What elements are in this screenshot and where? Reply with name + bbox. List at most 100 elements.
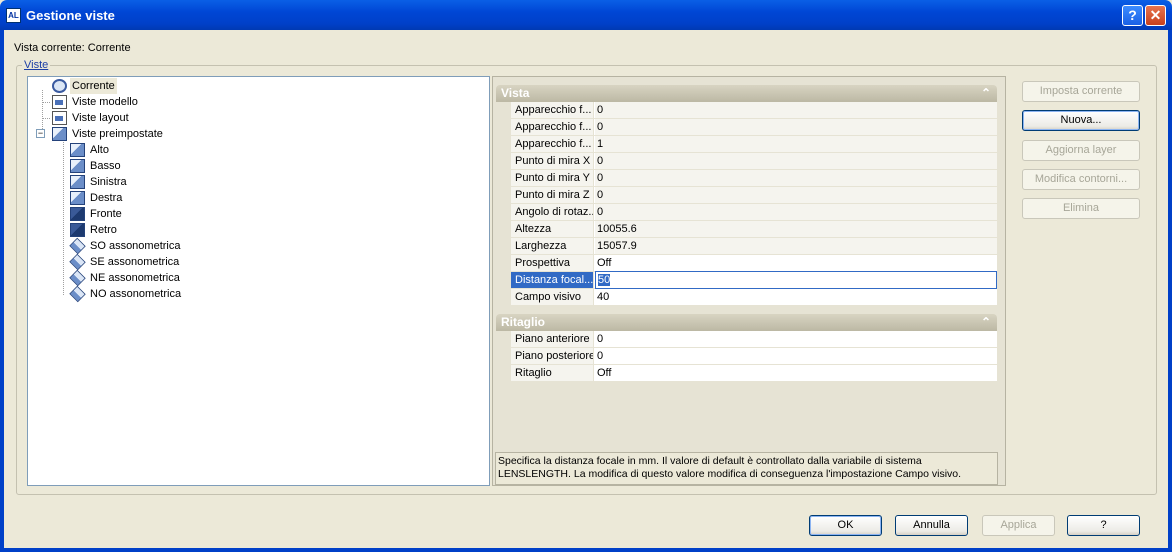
tree-item-label: Corrente xyxy=(70,78,117,94)
window-frame-right xyxy=(1168,30,1172,552)
tree-item-label: Fronte xyxy=(90,208,122,220)
property-row[interactable]: Campo visivo 40 xyxy=(511,289,997,306)
property-value: 15057.9 xyxy=(595,238,997,254)
new-view-button[interactable]: Nuova... xyxy=(1022,110,1140,131)
property-row[interactable]: Prospettiva Off xyxy=(511,255,997,272)
section-vista-header[interactable]: Vista ⌃ xyxy=(496,85,997,102)
property-value[interactable]: Off xyxy=(595,255,997,271)
property-value: 0 xyxy=(595,187,997,203)
property-name: Angolo di rotaz... xyxy=(511,204,594,220)
ok-button[interactable]: OK xyxy=(809,515,882,536)
tree-item-label: SO assonometrica xyxy=(90,240,181,252)
property-name: Piano anteriore xyxy=(511,331,594,347)
collapse-chevron-icon[interactable]: ⌃ xyxy=(981,85,991,102)
property-value: 0 xyxy=(595,170,997,186)
property-value: 0 xyxy=(595,153,997,169)
set-current-button[interactable]: Imposta corrente xyxy=(1022,81,1140,102)
window-title: Gestione viste xyxy=(26,8,115,23)
delete-button[interactable]: Elimina xyxy=(1022,198,1140,219)
property-row-selected[interactable]: Distanza focal... 50 xyxy=(511,271,997,289)
property-row[interactable]: Ritaglio Off xyxy=(511,365,997,382)
preset-views-icon xyxy=(52,127,67,141)
property-name: Punto di mira Y xyxy=(511,170,594,186)
property-row[interactable]: Punto di mira Z 0 xyxy=(511,187,997,204)
layout-views-icon xyxy=(52,111,67,125)
collapse-chevron-icon[interactable]: ⌃ xyxy=(981,314,991,331)
tree-item-label: Viste modello xyxy=(72,96,138,108)
property-name: Punto di mira X xyxy=(511,153,594,169)
property-value[interactable]: 0 xyxy=(595,331,997,347)
right-view-icon xyxy=(70,191,85,205)
property-name: Apparecchio f... xyxy=(511,136,594,152)
property-name: Ritaglio xyxy=(511,365,594,381)
bottom-view-icon xyxy=(70,159,85,173)
property-row[interactable]: Apparecchio f... 0 xyxy=(511,102,997,119)
property-name: Larghezza xyxy=(511,238,594,254)
description-line: Specifica la distanza focale in mm. Il v… xyxy=(498,455,922,467)
property-value: 50 xyxy=(598,274,611,286)
property-description: Specifica la distanza focale in mm. Il v… xyxy=(495,452,998,485)
property-value: 0 xyxy=(595,119,997,135)
tree-item-label: Retro xyxy=(90,224,117,236)
tree-line xyxy=(63,142,64,295)
top-view-icon xyxy=(70,143,85,157)
window-frame-left xyxy=(0,30,4,552)
property-row[interactable]: Piano posteriore 0 xyxy=(511,348,997,365)
magnifier-icon xyxy=(52,79,67,93)
description-line: LENSLENGTH. La modifica di questo valore… xyxy=(498,468,962,480)
front-view-icon xyxy=(70,207,85,221)
property-value: 1 xyxy=(595,136,997,152)
property-row[interactable]: Punto di mira Y 0 xyxy=(511,170,997,187)
property-value: 0 xyxy=(595,204,997,220)
focal-length-input[interactable]: 50 xyxy=(595,271,997,289)
property-name: Piano posteriore xyxy=(511,348,594,364)
property-name: Campo visivo xyxy=(511,289,594,305)
tree-item-label: Sinistra xyxy=(90,176,127,188)
property-row[interactable]: Apparecchio f... 0 xyxy=(511,119,997,136)
update-layers-button[interactable]: Aggiorna layer xyxy=(1022,140,1140,161)
tree-item-label: Viste preimpostate xyxy=(72,128,163,140)
model-views-icon xyxy=(52,95,67,109)
tree-item-label: SE assonometrica xyxy=(90,256,180,268)
section-title: Vista xyxy=(501,86,530,100)
tree-item-label: Basso xyxy=(90,160,121,172)
apply-button[interactable]: Applica xyxy=(982,515,1055,536)
property-row[interactable]: Piano anteriore 0 xyxy=(511,331,997,348)
title-help-button[interactable]: ? xyxy=(1122,5,1143,26)
cancel-button[interactable]: Annulla xyxy=(895,515,968,536)
property-value[interactable]: Off xyxy=(595,365,997,381)
left-view-icon xyxy=(70,175,85,189)
back-view-icon xyxy=(70,223,85,237)
section-title: Ritaglio xyxy=(501,315,545,329)
current-view-label: Vista corrente: Corrente xyxy=(14,42,131,54)
property-row[interactable]: Angolo di rotaz... 0 xyxy=(511,204,997,221)
property-name: Apparecchio f... xyxy=(511,119,594,135)
property-name: Altezza xyxy=(511,221,594,237)
section-ritaglio-header[interactable]: Ritaglio ⌃ xyxy=(496,314,997,331)
tree-line xyxy=(42,102,50,103)
views-group-label: Viste xyxy=(22,59,51,71)
property-row[interactable]: Larghezza 15057.9 xyxy=(511,238,997,255)
title-bar: AL Gestione viste ? ✕ xyxy=(0,0,1172,30)
help-button[interactable]: ? xyxy=(1067,515,1140,536)
tree-item-label: NO assonometrica xyxy=(90,288,182,300)
property-row[interactable]: Altezza 10055.6 xyxy=(511,221,997,238)
tree-item-label: Alto xyxy=(90,144,109,156)
property-name: Prospettiva xyxy=(511,255,594,271)
property-value[interactable]: 0 xyxy=(595,348,997,364)
property-name: Distanza focal... xyxy=(511,272,594,288)
window-frame-bottom xyxy=(0,548,1172,552)
tree-item-label: Viste layout xyxy=(72,112,129,124)
tree-collapse-toggle[interactable]: − xyxy=(36,129,45,138)
property-name: Punto di mira Z xyxy=(511,187,594,203)
property-value[interactable]: 40 xyxy=(595,289,997,305)
property-value: 0 xyxy=(595,102,997,118)
tree-line xyxy=(42,118,50,119)
tree-item-label: Destra xyxy=(90,192,123,204)
property-row[interactable]: Apparecchio f... 1 xyxy=(511,136,997,153)
app-icon: AL xyxy=(6,8,21,23)
close-button[interactable]: ✕ xyxy=(1145,5,1166,26)
edit-boundaries-button[interactable]: Modifica contorni... xyxy=(1022,169,1140,190)
property-value: 10055.6 xyxy=(595,221,997,237)
property-row[interactable]: Punto di mira X 0 xyxy=(511,153,997,170)
